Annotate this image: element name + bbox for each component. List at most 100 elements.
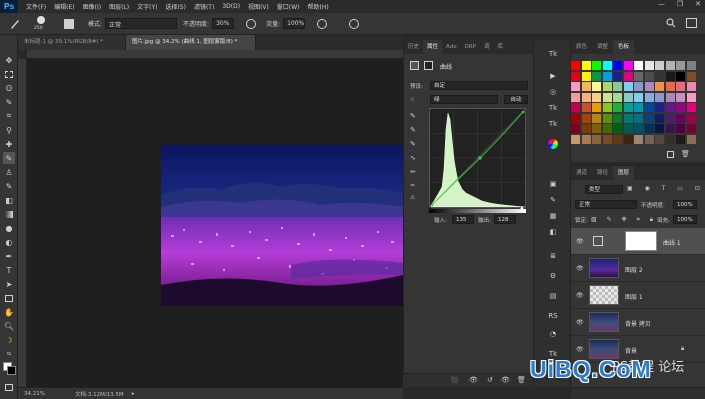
swatch-cell[interactable] <box>602 82 612 91</box>
view-previous-icon[interactable]: 👁︎ <box>469 376 478 384</box>
color-wheel-icon[interactable] <box>546 138 560 150</box>
mode-select[interactable]: 正常 <box>105 18 178 29</box>
swatch-cell[interactable] <box>665 71 675 81</box>
swatch-cell[interactable] <box>581 134 591 144</box>
tab-channels[interactable]: 通道 <box>571 166 592 180</box>
swatch-cell[interactable] <box>571 113 580 123</box>
brush-preset-picker[interactable]: 250 <box>32 15 50 33</box>
tab-adjust[interactable]: 调整 <box>592 40 613 54</box>
output-value-field[interactable]: 128 <box>494 215 516 224</box>
swatch-cell[interactable] <box>665 92 675 102</box>
menu-edit[interactable]: 编辑(E) <box>54 2 74 11</box>
swatch-cell[interactable] <box>602 103 612 112</box>
tab-swatches[interactable]: 色板 <box>613 40 635 54</box>
pencil-draw-icon[interactable]: ✏ <box>410 168 416 176</box>
swatch-cell[interactable] <box>602 134 612 144</box>
pressure-size-icon[interactable] <box>349 18 360 29</box>
fill-field[interactable]: 100% <box>673 215 697 224</box>
swatch-cell[interactable] <box>602 113 612 123</box>
swatch-cell[interactable] <box>613 61 622 70</box>
swatch-cell[interactable] <box>581 124 591 133</box>
menu-view[interactable]: 视图(V) <box>248 2 269 11</box>
visibility-eye-icon[interactable]: 👁︎ <box>576 346 584 353</box>
airbrush-icon[interactable] <box>317 18 328 29</box>
swatch-cell[interactable] <box>644 82 654 91</box>
swatch-cell[interactable] <box>623 113 633 123</box>
layer-row[interactable]: 👁︎ 图层 1 <box>571 282 705 309</box>
visibility-eye-icon[interactable]: 👁︎ <box>576 319 584 326</box>
swatch-cell[interactable] <box>686 124 696 133</box>
swatch-cell[interactable] <box>665 61 675 70</box>
background-color-swatch[interactable] <box>7 366 16 375</box>
swatch-cell[interactable] <box>571 82 580 91</box>
swatch-cell[interactable] <box>655 61 664 70</box>
gradient-tool-icon[interactable] <box>3 208 15 220</box>
swatch-cell[interactable] <box>676 124 685 133</box>
swatch-cell[interactable] <box>571 92 580 102</box>
preset-select[interactable]: 自定 <box>430 81 528 90</box>
layer-row[interactable]: 👁︎ 背景 拷贝 <box>571 309 705 336</box>
panel-tool-icon-3[interactable]: ▦ <box>546 210 560 222</box>
pressure-opacity-icon[interactable] <box>246 18 257 29</box>
tk3-plugin-icon[interactable]: Tk <box>546 118 560 130</box>
delete-icon[interactable]: 🗑︎ <box>517 376 526 384</box>
swatch-cell[interactable] <box>581 82 591 91</box>
swatch-cell[interactable] <box>592 134 601 144</box>
swatch-cell[interactable] <box>665 82 675 91</box>
panel-tool-icon-7[interactable]: ▤ <box>546 290 560 302</box>
swatch-cell[interactable] <box>686 113 696 123</box>
panel-tool-icon-6[interactable]: ⚙ <box>546 270 560 282</box>
eyedropper-white-icon[interactable]: ✎ <box>410 140 416 148</box>
mask-icon[interactable] <box>424 61 433 70</box>
swatch-cell[interactable] <box>592 92 601 102</box>
visibility-eye-icon[interactable]: 👁︎ <box>576 265 584 272</box>
visibility-icon[interactable]: 👁︎ <box>501 376 510 384</box>
menu-type[interactable]: 文字(Y) <box>137 2 157 11</box>
swatch-cell[interactable] <box>676 92 685 102</box>
history-brush-tool-icon[interactable]: ✎ <box>3 180 15 192</box>
rs-plugin-icon[interactable]: RS <box>546 310 560 322</box>
crop-tool-icon[interactable]: ⌗ <box>3 110 15 122</box>
swatch-cell[interactable] <box>665 134 675 144</box>
dodge-tool-icon[interactable]: ◐ <box>3 236 15 248</box>
panel-tool-icon-5[interactable]: ≣ <box>546 250 560 262</box>
swatch-cell[interactable] <box>644 103 654 112</box>
swatch-cell[interactable] <box>571 124 580 133</box>
channel-select[interactable]: 绿 <box>430 95 498 104</box>
workspace-icon[interactable] <box>686 18 697 28</box>
swatch-cell[interactable] <box>581 61 591 70</box>
swatch-cell[interactable] <box>613 71 622 81</box>
eraser-tool-icon[interactable]: ◧ <box>3 194 15 206</box>
swatch-cell[interactable] <box>623 103 633 112</box>
swatch-cell[interactable] <box>571 61 580 70</box>
swatch-cell[interactable] <box>634 103 643 112</box>
blend-mode-select[interactable]: 正常 <box>575 200 637 209</box>
doc-tab-image[interactable]: 图片.jpg @ 34.2% (曲线 1, 图层蒙版/8) * <box>126 35 256 50</box>
zoom-tool-icon[interactable]: 🔍︎ <box>3 320 15 332</box>
swatch-cell[interactable] <box>634 61 643 70</box>
swatch-cell[interactable] <box>592 61 601 70</box>
swatch-cell[interactable] <box>623 71 633 81</box>
canvas-image[interactable] <box>161 145 403 306</box>
swatch-cell[interactable] <box>581 92 591 102</box>
panel-tool-icon-2[interactable]: ✎ <box>546 194 560 206</box>
move-tool-icon[interactable]: ✥ <box>3 54 15 66</box>
tab-adobe-color[interactable]: Ado <box>442 40 461 54</box>
swatch-cell[interactable] <box>592 71 601 81</box>
play-icon[interactable]: ▶ <box>546 70 560 82</box>
swatch-cell[interactable] <box>665 103 675 112</box>
swatch-cell[interactable] <box>655 82 664 91</box>
swatch-cell[interactable] <box>602 61 612 70</box>
swatch-cell[interactable] <box>602 71 612 81</box>
path-select-tool-icon[interactable]: ➤ <box>3 278 15 290</box>
swatch-cell[interactable] <box>602 124 612 133</box>
swatch-cell[interactable] <box>644 134 654 144</box>
swatch-cell[interactable] <box>655 71 664 81</box>
swatch-cell[interactable] <box>665 113 675 123</box>
blur-tool-icon[interactable]: ● <box>3 222 15 234</box>
swatch-cell[interactable] <box>644 71 654 81</box>
rectangle-tool-icon[interactable] <box>3 292 15 304</box>
menu-3d[interactable]: 3D(D) <box>222 3 240 10</box>
curves-graph[interactable] <box>429 108 526 208</box>
swatch-cell[interactable] <box>602 92 612 102</box>
